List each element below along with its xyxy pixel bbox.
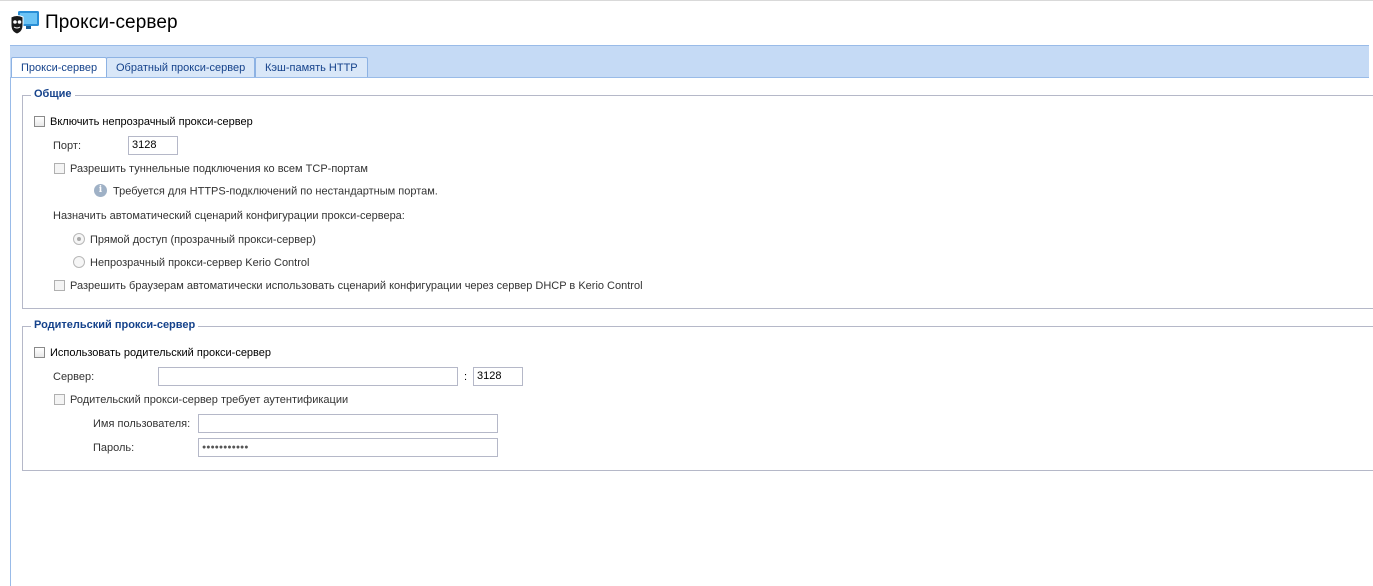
general-legend: Общие	[31, 88, 75, 100]
allow-dhcp-checkbox[interactable]	[54, 279, 65, 291]
page-title: Прокси-сервер	[45, 12, 178, 33]
enable-nontransparent-row[interactable]: Включить непрозрачный прокси-сервер	[34, 115, 253, 128]
port-label: Порт:	[53, 140, 81, 152]
use-parent-row[interactable]: Использовать родительский прокси-сервер	[34, 346, 272, 359]
requires-auth-row[interactable]: Родительский прокси-сервер требует аутен…	[54, 393, 349, 406]
allow-tunnel-row[interactable]: Разрешить туннельные подключения ко всем…	[54, 162, 368, 175]
parent-proxy-legend: Родительский прокси-сервер	[31, 319, 199, 331]
password-label-text: Пароль:	[93, 442, 135, 454]
use-parent-checkbox[interactable]	[34, 346, 45, 358]
radio-direct-access[interactable]	[73, 233, 85, 246]
password-label: Пароль:	[93, 442, 134, 454]
allow-dhcp-row[interactable]: Разрешить браузерам автоматически исполь…	[54, 279, 643, 292]
autoconfig-label-text: Назначить автоматический сценарий конфиг…	[53, 210, 405, 222]
tab-reverse-proxy[interactable]: Обратный прокси-сервер	[106, 57, 256, 78]
username-label-text: Имя пользователя:	[93, 418, 191, 430]
radio-kerio-label: Непрозрачный прокси-сервер Kerio Control	[90, 257, 310, 269]
page-header: Прокси-сервер	[0, 2, 1373, 44]
username-input[interactable]	[198, 414, 498, 433]
server-port-separator: :	[464, 371, 468, 383]
use-parent-label: Использовать родительский прокси-сервер	[50, 347, 272, 359]
tab-http-cache[interactable]: Кэш-память HTTP	[255, 57, 368, 78]
parent-proxy-fieldset: Родительский прокси-сервер Использовать …	[22, 319, 1373, 471]
radio-direct-label: Прямой доступ (прозрачный прокси-сервер)	[90, 234, 316, 246]
password-input[interactable]: ●●●●●●●●●●●	[198, 438, 498, 457]
allow-tunnel-checkbox[interactable]	[54, 162, 65, 174]
allow-dhcp-label: Разрешить браузерам автоматически исполь…	[70, 280, 643, 292]
radio-kerio-proxy[interactable]	[73, 256, 85, 269]
allow-tunnel-label: Разрешить туннельные подключения ко всем…	[70, 163, 368, 175]
radio-direct-row[interactable]: Прямой доступ (прозрачный прокси-сервер)	[73, 233, 316, 246]
enable-nontransparent-checkbox[interactable]	[34, 115, 45, 127]
general-fieldset: Общие Включить непрозрачный прокси-серве…	[22, 88, 1373, 309]
server-port-input[interactable]: 3128	[473, 367, 523, 386]
requires-auth-checkbox[interactable]	[54, 393, 65, 405]
radio-kerio-row[interactable]: Непрозрачный прокси-сервер Kerio Control	[73, 256, 310, 269]
tab-content-panel: Общие Включить непрозрачный прокси-серве…	[10, 78, 1373, 586]
server-label-text: Сервер:	[53, 371, 95, 383]
port-label-text: Порт:	[53, 140, 81, 152]
username-label: Имя пользователя:	[93, 418, 190, 430]
enable-nontransparent-label: Включить непрозрачный прокси-сервер	[50, 116, 253, 128]
tunnel-note-text: Требуется для HTTPS-подключений по неста…	[113, 185, 438, 198]
server-label: Сервер:	[53, 371, 94, 383]
server-input[interactable]	[158, 367, 458, 386]
tab-proxy-server[interactable]: Прокси-сервер	[11, 57, 108, 79]
autoconfig-label: Назначить автоматический сценарий конфиг…	[53, 210, 405, 222]
requires-auth-label: Родительский прокси-сервер требует аутен…	[70, 394, 349, 406]
port-input[interactable]: 3128	[128, 136, 178, 155]
top-divider	[0, 0, 1373, 1]
tab-bar: Прокси-сервер Обратный прокси-сервер Кэш…	[10, 45, 1369, 79]
info-icon: i	[94, 184, 107, 197]
proxy-server-icon	[10, 11, 39, 35]
tunnel-note: i Требуется для HTTPS-подключений по нест…	[94, 184, 438, 198]
